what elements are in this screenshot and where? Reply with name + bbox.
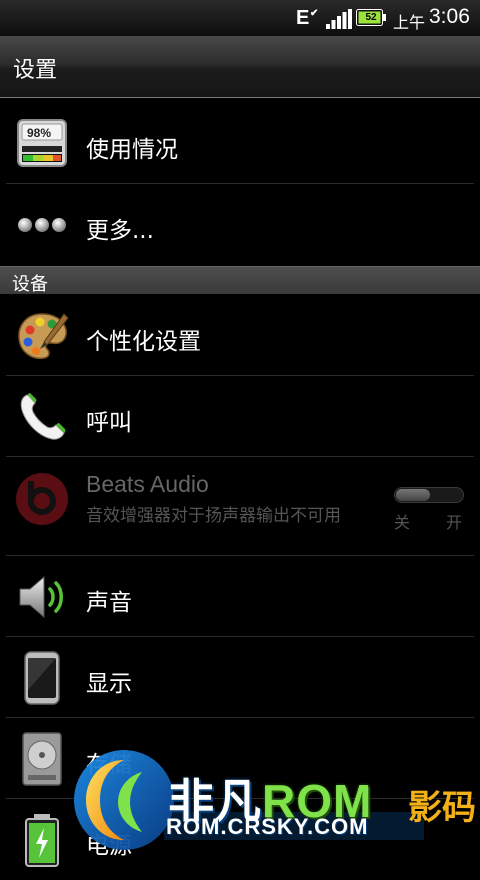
settings-item-label: 个性化设置	[86, 329, 201, 355]
settings-item-usage[interactable]: 98% 使用情况	[0, 103, 480, 184]
network-type-indicator: E ✔	[296, 7, 319, 29]
title-bar: 设置	[0, 36, 480, 98]
palette-icon	[18, 313, 69, 360]
settings-item-label: 呼叫	[86, 410, 132, 436]
svg-text:98%: 98%	[27, 126, 51, 140]
settings-item-label: 显示	[86, 671, 132, 697]
watermark-url: ROM.CRSKY.COM	[166, 814, 369, 839]
battery-icon	[25, 814, 59, 867]
more-dots-icon	[18, 218, 66, 232]
clock-am-pm: 上午	[393, 13, 426, 32]
watermark-side-text: 影码	[408, 788, 476, 828]
display-icon	[24, 651, 60, 705]
usage-meter-icon: 98%	[17, 119, 67, 167]
battery-level: 52	[365, 12, 377, 23]
settings-item-sound[interactable]: 声音	[0, 556, 480, 637]
settings-item-label: 存储	[86, 752, 132, 778]
settings-item-label: 电源	[86, 833, 132, 859]
settings-item-display[interactable]: 显示	[0, 637, 480, 718]
settings-item-more[interactable]: 更多...	[0, 184, 480, 265]
toggle-on-label: 开	[446, 513, 463, 532]
section-title: 设备	[12, 274, 48, 295]
beats-audio-summary: 音效增强器对于扬声器输出不可用	[86, 506, 341, 526]
section-header-device: 设备	[0, 266, 480, 295]
settings-item-personalize[interactable]: 个性化设置	[0, 295, 480, 376]
settings-item-beats-audio: Beats Audio 音效增强器对于扬声器输出不可用 关 开	[0, 457, 480, 556]
settings-item-call[interactable]: 呼叫	[0, 376, 480, 457]
speaker-icon	[19, 575, 63, 619]
storage-icon	[22, 732, 62, 786]
toggle-knob	[396, 489, 430, 501]
toggle-off-label: 关	[394, 513, 411, 532]
clock-time: 3:06	[429, 5, 470, 28]
page-title: 设置	[13, 58, 58, 83]
settings-item-label: 声音	[86, 590, 132, 616]
beats-audio-title: Beats Audio	[86, 471, 209, 497]
status-bar: E ✔ 52 上午 3:06	[0, 0, 480, 36]
settings-item-label: 使用情况	[86, 137, 178, 163]
signal-strength-icon	[326, 9, 352, 29]
settings-item-label: 更多...	[86, 218, 154, 244]
beats-logo-icon	[16, 473, 68, 525]
phone-icon	[20, 393, 66, 440]
